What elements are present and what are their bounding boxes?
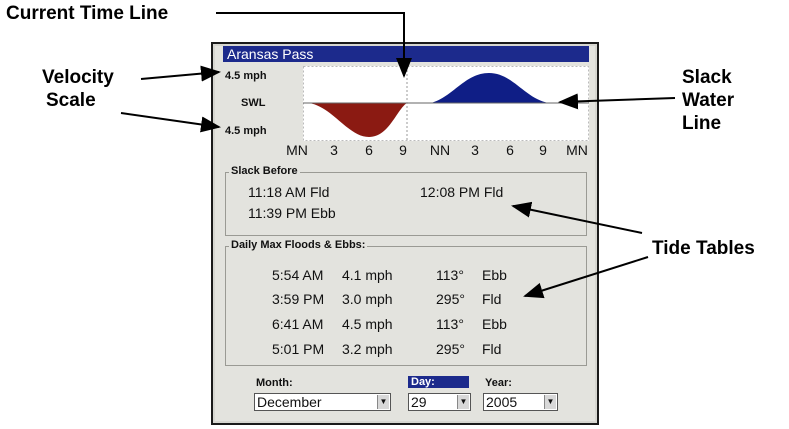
max-speed: 4.5 mph xyxy=(342,316,393,332)
slack-water-label: SWL xyxy=(241,97,266,109)
tick-label: NN xyxy=(429,142,451,158)
month-select[interactable]: December ▼ xyxy=(254,393,391,411)
month-value: December xyxy=(257,394,322,410)
max-direction: 113° xyxy=(436,316,464,332)
arrow-velocity-top xyxy=(140,65,221,82)
arrow-velocity-bottom xyxy=(120,112,221,133)
max-time: 6:41 AM xyxy=(272,316,324,332)
tide-graph xyxy=(303,66,589,141)
callout-slack-line2: Water xyxy=(682,90,735,111)
slack-entry: 11:18 AM Fld xyxy=(248,184,330,200)
velocity-scale-top: 4.5 mph xyxy=(225,70,267,82)
tick-label: MN xyxy=(286,142,308,158)
max-direction: 113° xyxy=(436,267,464,283)
max-speed: 4.1 mph xyxy=(342,267,393,283)
callout-slack-line3: Line xyxy=(682,113,722,134)
tick-label: 3 xyxy=(330,142,338,158)
tick-label: 9 xyxy=(399,142,407,158)
max-type: Ebb xyxy=(482,316,507,332)
tick-label: 6 xyxy=(506,142,514,158)
tick-label: 9 xyxy=(539,142,547,158)
callout-slack-line1: Slack xyxy=(682,67,732,88)
window-title: Aransas Pass xyxy=(223,46,589,62)
day-label: Day: xyxy=(408,376,469,388)
day-value: 29 xyxy=(411,394,427,410)
max-speed: 3.2 mph xyxy=(342,341,393,357)
slack-entry: 12:08 PM Fld xyxy=(420,184,504,200)
max-type: Ebb xyxy=(482,267,507,283)
max-time: 5:54 AM xyxy=(272,267,324,283)
time-axis: MN 3 6 9 NN 3 6 9 MN xyxy=(281,142,593,158)
slack-before-title: Slack Before xyxy=(229,165,300,177)
flood-curve xyxy=(431,73,549,103)
tick-label: 6 xyxy=(365,142,373,158)
daily-max-title: Daily Max Floods & Ebbs: xyxy=(229,239,368,251)
tick-label: 3 xyxy=(471,142,479,158)
slack-before-group xyxy=(225,172,587,236)
year-label: Year: xyxy=(485,377,512,389)
callout-velocity-line1: Velocity xyxy=(42,67,114,88)
year-value: 2005 xyxy=(486,394,518,410)
dropdown-arrow-icon[interactable]: ▼ xyxy=(377,395,389,409)
callout-slack-water-line: Slack Water Line xyxy=(682,66,734,135)
max-type: Fld xyxy=(482,341,502,357)
tide-screen: Aransas Pass 4.5 mph SWL 4.5 mph MN 3 6 … xyxy=(215,46,595,421)
tick-label: MN xyxy=(566,142,588,158)
dropdown-arrow-icon[interactable]: ▼ xyxy=(544,395,556,409)
device-frame: Aransas Pass 4.5 mph SWL 4.5 mph MN 3 6 … xyxy=(211,42,599,425)
max-time: 5:01 PM xyxy=(272,341,325,357)
callout-tide-tables: Tide Tables xyxy=(652,238,755,259)
max-direction: 295° xyxy=(436,291,465,307)
month-label: Month: xyxy=(256,377,293,389)
max-time: 3:59 PM xyxy=(272,291,325,307)
callout-current-time-line: Current Time Line xyxy=(6,3,169,24)
tide-graph-svg xyxy=(303,66,589,141)
velocity-scale-bottom: 4.5 mph xyxy=(225,125,267,137)
slack-entry: 11:39 PM Ebb xyxy=(248,205,336,221)
dropdown-arrow-icon[interactable]: ▼ xyxy=(457,395,469,409)
ebb-curve xyxy=(303,103,407,137)
max-type: Fld xyxy=(482,291,502,307)
max-direction: 295° xyxy=(436,341,465,357)
max-speed: 3.0 mph xyxy=(342,291,393,307)
callout-velocity-line2: Scale xyxy=(46,90,96,111)
year-select[interactable]: 2005 ▼ xyxy=(483,393,558,411)
callout-velocity-scale: Velocity Scale xyxy=(42,66,114,112)
day-select[interactable]: 29 ▼ xyxy=(408,393,471,411)
